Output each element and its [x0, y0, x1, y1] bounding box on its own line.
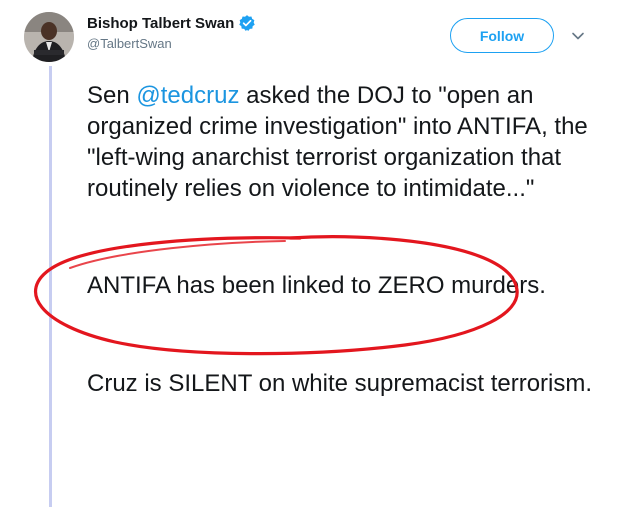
- tweet-paragraph: Sen @tedcruz asked the DOJ to "open an o…: [87, 80, 602, 204]
- tweet-screenshot: Bishop Talbert Swan @TalbertSwan Follow …: [0, 0, 619, 507]
- display-name[interactable]: Bishop Talbert Swan: [87, 14, 256, 32]
- thread-line: [49, 66, 52, 507]
- follow-button[interactable]: Follow: [450, 18, 554, 53]
- user-handle[interactable]: @TalbertSwan: [87, 36, 172, 51]
- tweet-paragraph: Cruz is SILENT on white supremacist terr…: [87, 370, 593, 397]
- tweet-text-segment: Sen: [87, 82, 137, 109]
- verified-badge-icon: [238, 14, 256, 32]
- avatar[interactable]: [24, 12, 74, 62]
- display-name-text[interactable]: Bishop Talbert Swan: [87, 15, 234, 32]
- chevron-down-icon[interactable]: [570, 28, 586, 44]
- mention-link[interactable]: @tedcruz: [136, 82, 239, 109]
- annotation-circle: [33, 235, 519, 356]
- tweet-paragraph-highlighted: ANTIFA has been linked to ZERO murders.: [87, 272, 546, 299]
